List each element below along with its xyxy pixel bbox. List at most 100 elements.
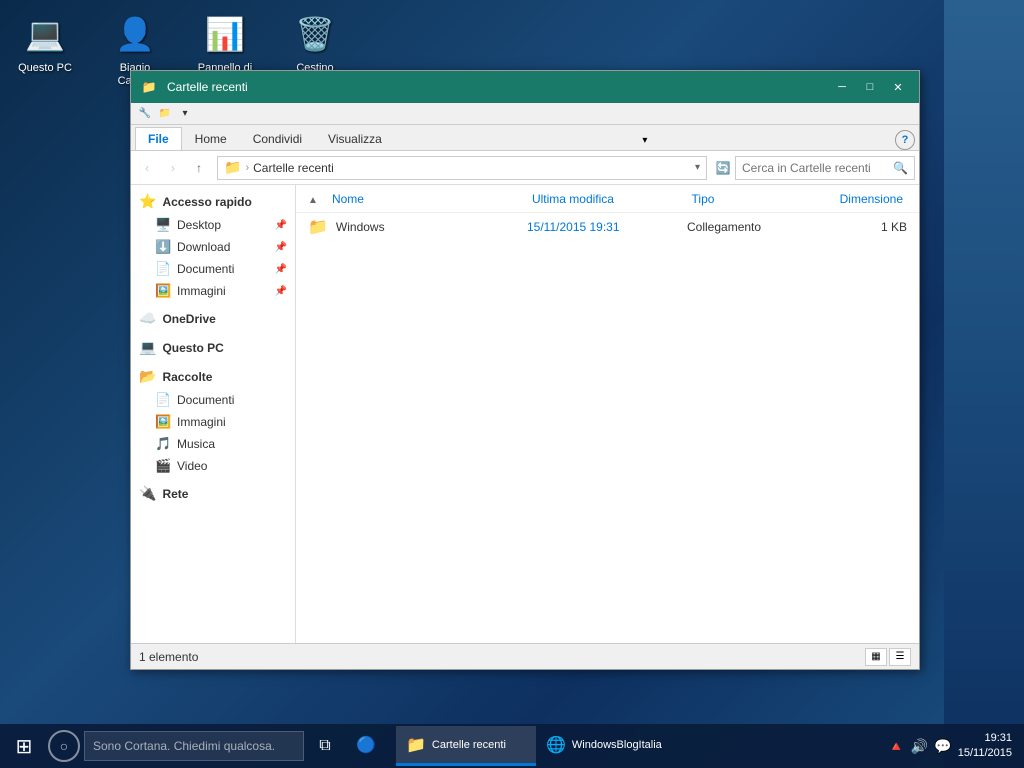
tab-home[interactable]: Home <box>182 127 240 150</box>
documenti-sidebar-icon: 📄 <box>155 261 171 277</box>
documenti-sidebar-label: Documenti <box>177 262 234 276</box>
start-button[interactable]: ⊞ <box>4 726 44 766</box>
sidebar-item-questo-pc[interactable]: 💻 Questo PC <box>131 335 295 360</box>
breadcrumb: Cartelle recenti <box>253 161 695 175</box>
musica-label: Musica <box>177 437 215 451</box>
ribbon-expand-button[interactable]: ▾ <box>635 130 655 150</box>
biagio-icon: 👤 <box>111 10 159 58</box>
right-decor <box>944 0 1024 768</box>
tray-network-icon[interactable]: 🔺 <box>887 738 904 755</box>
file-area: ▲ Nome Ultima modifica Tipo Dimensione 📁… <box>296 185 919 643</box>
desktop-sidebar-icon: 🖥️ <box>155 217 171 233</box>
col-header-dimensione[interactable]: Dimensione <box>807 192 907 206</box>
questo-pc-sidebar-label: Questo PC <box>162 341 223 355</box>
sidebar-item-download[interactable]: ⬇️ Download 📌 <box>131 236 295 258</box>
col-header-nome[interactable]: Nome <box>328 192 528 206</box>
status-view-buttons: ▦ ☰ <box>865 648 911 666</box>
sidebar-item-musica[interactable]: 🎵 Musica <box>131 433 295 455</box>
tray-notification-icon[interactable]: 💬 <box>934 738 951 755</box>
sidebar-item-onedrive[interactable]: ☁️ OneDrive <box>131 306 295 331</box>
title-bar: 📁 Cartelle recenti ─ □ ✕ <box>131 71 919 103</box>
cortana-search-box[interactable]: Sono Cortana. Chiedimi qualcosa. <box>84 731 304 761</box>
title-bar-controls: ─ □ ✕ <box>829 77 911 97</box>
qa-new-folder-button[interactable]: 📁 <box>155 105 175 123</box>
tab-visualizza[interactable]: Visualizza <box>315 127 395 150</box>
desktop-icon-questo-pc[interactable]: 💻 Questo PC <box>10 10 80 88</box>
tab-condividi[interactable]: Condividi <box>240 127 315 150</box>
questo-pc-label: Questo PC <box>18 62 72 75</box>
forward-button[interactable]: › <box>161 156 185 180</box>
back-button[interactable]: ‹ <box>135 156 159 180</box>
close-button[interactable]: ✕ <box>885 77 911 97</box>
video-label: Video <box>177 459 207 473</box>
immagini-sidebar-icon: 🖼️ <box>155 283 171 299</box>
immagini-sidebar-label: Immagini <box>177 284 226 298</box>
immagini-pin-icon: 📌 <box>275 286 287 297</box>
sidebar-item-rete[interactable]: 🔌 Rete <box>131 481 295 506</box>
search-input[interactable] <box>742 161 893 175</box>
file-folder-icon: 📁 <box>308 217 328 237</box>
navigation-bar: ‹ › ↑ 📁 › Cartelle recenti ▾ 🔄 🔍 <box>131 151 919 185</box>
musica-icon: 🎵 <box>155 436 171 452</box>
qa-dropdown-button[interactable]: ▾ <box>175 105 195 123</box>
view-details-button[interactable]: ▦ <box>865 648 887 666</box>
sidebar-item-documenti[interactable]: 📄 Documenti 📌 <box>131 258 295 280</box>
minimize-button[interactable]: ─ <box>829 77 855 97</box>
sidebar-item-documenti-r[interactable]: 📄 Documenti <box>131 389 295 411</box>
onedrive-label: OneDrive <box>162 312 215 326</box>
cortana-button[interactable]: ○ <box>48 730 80 762</box>
immagini-r-label: Immagini <box>177 415 226 429</box>
onedrive-icon: ☁️ <box>139 310 156 327</box>
tab-file[interactable]: File <box>135 127 182 150</box>
sidebar-item-accesso-rapido[interactable]: ⭐ Accesso rapido <box>131 189 295 214</box>
task-view-icon: ⧉ <box>319 737 330 755</box>
tray-date-text: 15/11/2015 <box>958 746 1012 761</box>
accesso-rapido-icon: ⭐ <box>139 193 156 210</box>
download-sidebar-icon: ⬇️ <box>155 239 171 255</box>
tray-volume-icon[interactable]: 🔊 <box>911 738 928 755</box>
taskbar-blog-icon: 🌐 <box>546 735 566 755</box>
col-header-ultima[interactable]: Ultima modifica <box>528 192 688 206</box>
table-row[interactable]: 📁 Windows 15/11/2015 19:31 Collegamento … <box>296 213 919 241</box>
documenti-r-label: Documenti <box>177 393 234 407</box>
refresh-button[interactable]: 🔄 <box>713 158 733 178</box>
search-bar[interactable]: 🔍 <box>735 156 915 180</box>
maximize-button[interactable]: □ <box>857 77 883 97</box>
status-bar: 1 elemento ▦ ☰ <box>131 643 919 669</box>
taskbar-explorer-button[interactable]: 📁 Cartelle recenti <box>396 726 536 766</box>
col-header-tipo[interactable]: Tipo <box>688 192 808 206</box>
qa-properties-button[interactable]: 🔧 <box>135 105 155 123</box>
view-list-button[interactable]: ☰ <box>889 648 911 666</box>
sidebar-item-raccolte[interactable]: 📂 Raccolte <box>131 364 295 389</box>
column-headers: ▲ Nome Ultima modifica Tipo Dimensione <box>296 185 919 213</box>
breadcrumb-arrow: › <box>245 162 249 174</box>
explorer-window: 📁 Cartelle recenti ─ □ ✕ 🔧 📁 ▾ File Home… <box>130 70 920 670</box>
sidebar-item-video[interactable]: 🎬 Video <box>131 455 295 477</box>
documenti-r-icon: 📄 <box>155 392 171 408</box>
questo-pc-icon: 💻 <box>21 10 69 58</box>
up-button[interactable]: ↑ <box>187 156 211 180</box>
sidebar-item-immagini-r[interactable]: 🖼️ Immagini <box>131 411 295 433</box>
rete-icon: 🔌 <box>139 485 156 502</box>
task-view-button[interactable]: ⧉ <box>308 729 342 763</box>
address-bar[interactable]: 📁 › Cartelle recenti ▾ <box>217 156 707 180</box>
taskbar-edge-button[interactable]: 🔵 <box>346 726 396 766</box>
tray-clock[interactable]: 19:31 15/11/2015 <box>958 731 1012 762</box>
download-sidebar-label: Download <box>177 240 230 254</box>
system-tray: 🔺 🔊 💬 19:31 15/11/2015 <box>887 731 1020 762</box>
file-size: 1 KB <box>807 220 907 234</box>
download-pin-icon: 📌 <box>275 242 287 253</box>
desktop: 💻 Questo PC 👤 BiagioCatal... 📊 Pannello … <box>0 0 1024 768</box>
address-bar-icon: 📁 <box>224 159 241 176</box>
sidebar: ⭐ Accesso rapido 🖥️ Desktop 📌 ⬇️ Downloa… <box>131 185 296 643</box>
desktop-sidebar-label: Desktop <box>177 218 221 232</box>
cortana-search-text: Sono Cortana. Chiedimi qualcosa. <box>93 739 275 753</box>
sidebar-item-immagini[interactable]: 🖼️ Immagini 📌 <box>131 280 295 302</box>
search-icon: 🔍 <box>893 161 908 175</box>
taskbar-blog-button[interactable]: 🌐 WindowsBlogItalia <box>536 726 716 766</box>
address-dropdown-button[interactable]: ▾ <box>695 162 700 173</box>
content-area: ⭐ Accesso rapido 🖥️ Desktop 📌 ⬇️ Downloa… <box>131 185 919 643</box>
help-button[interactable]: ? <box>895 130 915 150</box>
file-date: 15/11/2015 19:31 <box>527 220 687 234</box>
sidebar-item-desktop[interactable]: 🖥️ Desktop 📌 <box>131 214 295 236</box>
